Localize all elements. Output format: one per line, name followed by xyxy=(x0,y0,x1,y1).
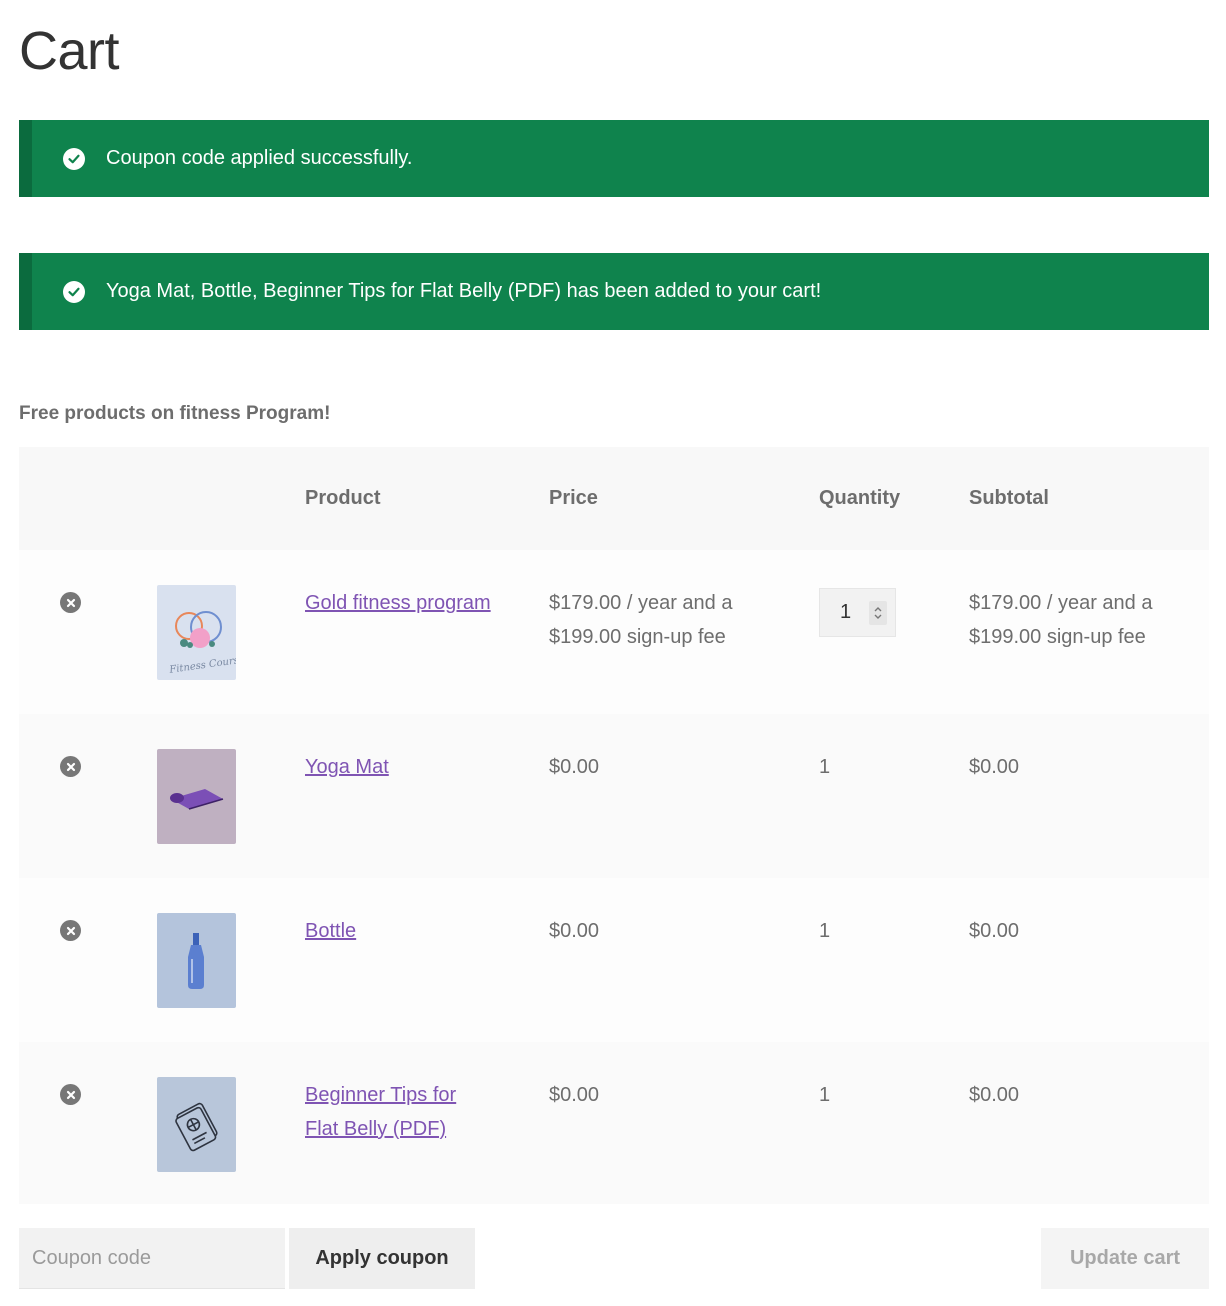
product-subtotal: $0.00 xyxy=(969,920,1020,942)
table-row: Beginner Tips for Flat Belly (PDF) $0.00… xyxy=(19,1042,1209,1204)
success-notice-coupon: Coupon code applied successfully. xyxy=(19,120,1209,197)
apply-coupon-button[interactable]: Apply coupon xyxy=(289,1228,475,1289)
promo-text: Free products on fitness Program! xyxy=(19,403,331,424)
cart-table: Product Price Quantity Subtotal Fitness … xyxy=(19,447,1209,1204)
header-subtotal: Subtotal xyxy=(969,487,1049,509)
product-link[interactable]: Gold fitness program xyxy=(305,586,495,620)
header-product: Product xyxy=(305,487,381,509)
product-thumbnail[interactable] xyxy=(157,913,236,1008)
product-thumbnail[interactable]: Fitness Course xyxy=(157,585,236,680)
remove-item-icon[interactable] xyxy=(60,592,81,613)
table-row: Bottle $0.00 1 $0.00 xyxy=(19,878,1209,1042)
check-circle-icon xyxy=(63,147,85,170)
quantity-value: 1 xyxy=(819,920,831,942)
product-price: $0.00 xyxy=(549,920,600,942)
header-price: Price xyxy=(549,487,598,509)
page-title: Cart xyxy=(19,21,120,81)
table-row: Yoga Mat $0.00 1 $0.00 xyxy=(19,714,1209,878)
quantity-stepper[interactable]: 1 xyxy=(819,588,896,637)
product-subtotal: $0.00 xyxy=(969,756,1020,778)
remove-item-icon[interactable] xyxy=(60,756,81,777)
table-row: Fitness Course Gold fitness program $179… xyxy=(19,550,1209,714)
quantity-value: 1 xyxy=(840,601,852,623)
product-subtotal: $0.00 xyxy=(969,1084,1020,1106)
product-price: $179.00 / year and a $199.00 sign-up fee xyxy=(549,592,733,648)
quantity-value: 1 xyxy=(819,756,831,778)
quantity-value: 1 xyxy=(819,1084,831,1106)
update-cart-button[interactable]: Update cart xyxy=(1041,1228,1209,1289)
product-link[interactable]: Yoga Mat xyxy=(305,750,495,784)
check-circle-icon xyxy=(63,280,85,303)
table-header: Product Price Quantity Subtotal xyxy=(19,447,1209,550)
product-thumbnail[interactable] xyxy=(157,1077,236,1172)
product-link[interactable]: Beginner Tips for Flat Belly (PDF) xyxy=(305,1078,495,1146)
notice-message: Yoga Mat, Bottle, Beginner Tips for Flat… xyxy=(106,280,822,302)
remove-item-icon[interactable] xyxy=(60,920,81,941)
remove-item-icon[interactable] xyxy=(60,1084,81,1105)
product-price: $0.00 xyxy=(549,756,600,778)
notice-message: Coupon code applied successfully. xyxy=(106,147,413,169)
product-subtotal: $179.00 / year and a $199.00 sign-up fee xyxy=(969,592,1153,648)
stepper-arrows-icon[interactable] xyxy=(869,601,887,625)
product-link[interactable]: Bottle xyxy=(305,914,495,948)
product-thumbnail[interactable] xyxy=(157,749,236,844)
coupon-code-input[interactable] xyxy=(19,1228,285,1289)
header-quantity: Quantity xyxy=(819,487,901,509)
product-price: $0.00 xyxy=(549,1084,600,1106)
success-notice-added: Yoga Mat, Bottle, Beginner Tips for Flat… xyxy=(19,253,1209,330)
